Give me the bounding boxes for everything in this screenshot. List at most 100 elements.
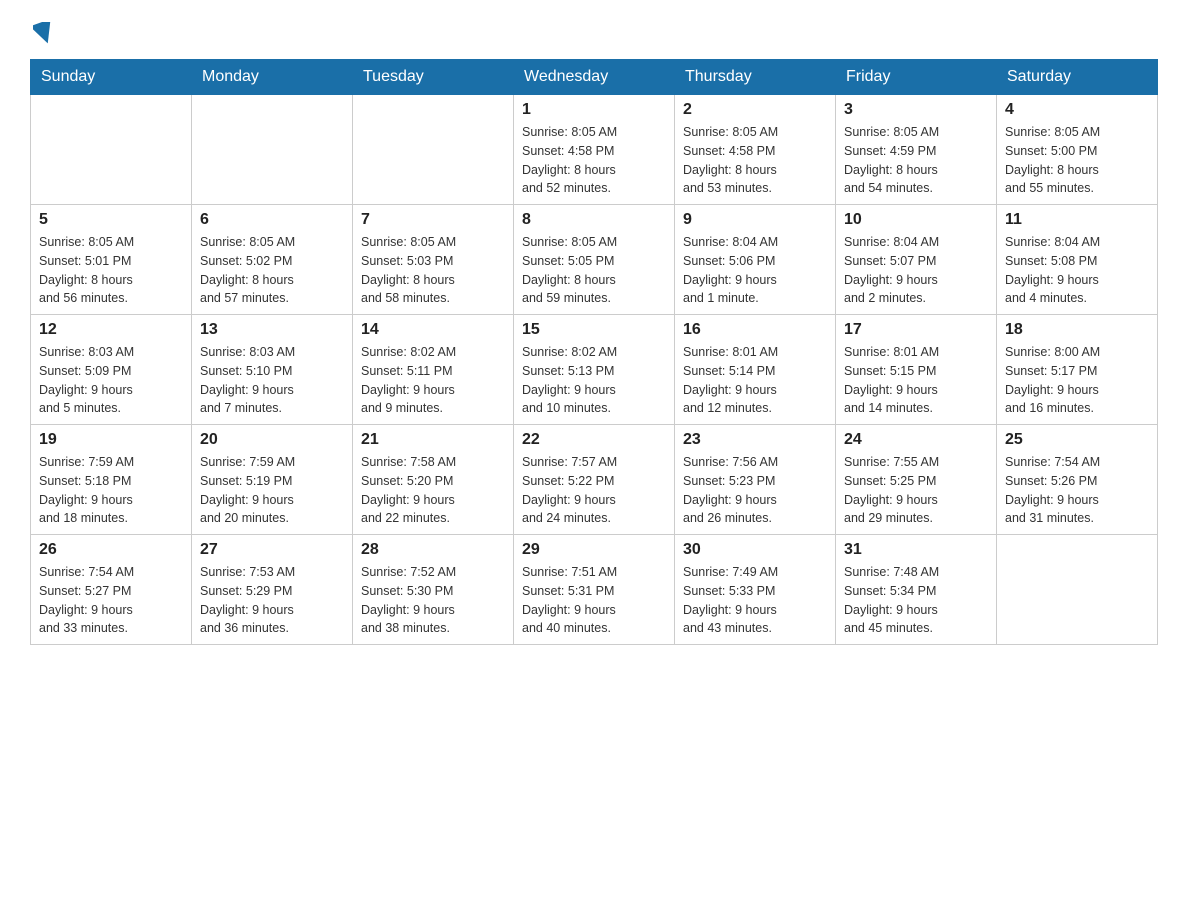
day-number: 13 (200, 321, 344, 339)
calendar-cell: 7 Sunrise: 8:05 AM Sunset: 5:03 PM Daylig… (353, 205, 514, 315)
day-number: 17 (844, 321, 988, 339)
day-number: 6 (200, 211, 344, 229)
logo-triangle-icon (33, 22, 55, 44)
calendar-cell: 20 Sunrise: 7:59 AM Sunset: 5:19 PM Dayli… (192, 425, 353, 535)
calendar-cell: 22Sunrise: 7:57 AM Sunset: 5:22 PM Dayli… (514, 425, 675, 535)
day-info: Sunrise: 8:05 AM Sunset: 4:59 PM Dayligh… (844, 123, 988, 198)
day-info: Sunrise: 7:49 AM Sunset: 5:33 PM Dayligh… (683, 563, 827, 638)
day-info: Sunrise: 7:55 AM Sunset: 5:25 PM Dayligh… (844, 453, 988, 528)
day-number: 20 (200, 431, 344, 449)
day-number: 4 (1005, 101, 1149, 119)
calendar-cell: 16Sunrise: 8:01 AM Sunset: 5:14 PM Dayli… (675, 315, 836, 425)
calendar-cell (997, 535, 1158, 645)
day-number: 19 (39, 431, 183, 449)
week-row-4: 19 Sunrise: 7:59 AM Sunset: 5:18 PM Dayli… (31, 425, 1158, 535)
calendar-cell: 9 Sunrise: 8:04 AM Sunset: 5:06 PM Daylig… (675, 205, 836, 315)
day-number: 28 (361, 541, 505, 559)
day-number: 5 (39, 211, 183, 229)
day-info: Sunrise: 8:03 AM Sunset: 5:10 PM Dayligh… (200, 343, 344, 418)
day-number: 12 (39, 321, 183, 339)
day-number: 16 (683, 321, 827, 339)
week-row-1: 1 Sunrise: 8:05 AM Sunset: 4:58 PM Daylig… (31, 95, 1158, 205)
day-number: 25 (1005, 431, 1149, 449)
day-number: 30 (683, 541, 827, 559)
day-number: 3 (844, 101, 988, 119)
day-number: 7 (361, 211, 505, 229)
day-info: Sunrise: 8:02 AM Sunset: 5:13 PM Dayligh… (522, 343, 666, 418)
day-info: Sunrise: 7:59 AM Sunset: 5:18 PM Dayligh… (39, 453, 183, 528)
day-info: Sunrise: 8:05 AM Sunset: 5:01 PM Dayligh… (39, 233, 183, 308)
calendar-cell: 18 Sunrise: 8:00 AM Sunset: 5:17 PM Dayli… (997, 315, 1158, 425)
day-number: 29 (522, 541, 666, 559)
day-number: 1 (522, 101, 666, 119)
day-info: Sunrise: 8:05 AM Sunset: 5:02 PM Dayligh… (200, 233, 344, 308)
calendar-cell: 23 Sunrise: 7:56 AM Sunset: 5:23 PM Dayli… (675, 425, 836, 535)
day-number: 9 (683, 211, 827, 229)
page-header (30, 20, 1158, 49)
weekday-header-wednesday: Wednesday (514, 60, 675, 95)
week-row-5: 26Sunrise: 7:54 AM Sunset: 5:27 PM Dayli… (31, 535, 1158, 645)
day-info: Sunrise: 7:53 AM Sunset: 5:29 PM Dayligh… (200, 563, 344, 638)
calendar-cell: 3 Sunrise: 8:05 AM Sunset: 4:59 PM Daylig… (836, 95, 997, 205)
day-number: 23 (683, 431, 827, 449)
day-info: Sunrise: 8:04 AM Sunset: 5:06 PM Dayligh… (683, 233, 827, 308)
day-info: Sunrise: 7:59 AM Sunset: 5:19 PM Dayligh… (200, 453, 344, 528)
day-info: Sunrise: 8:05 AM Sunset: 5:05 PM Dayligh… (522, 233, 666, 308)
day-info: Sunrise: 8:04 AM Sunset: 5:08 PM Dayligh… (1005, 233, 1149, 308)
weekday-header-friday: Friday (836, 60, 997, 95)
day-number: 10 (844, 211, 988, 229)
calendar-cell: 5 Sunrise: 8:05 AM Sunset: 5:01 PM Daylig… (31, 205, 192, 315)
day-info: Sunrise: 8:04 AM Sunset: 5:07 PM Dayligh… (844, 233, 988, 308)
calendar-cell: 19 Sunrise: 7:59 AM Sunset: 5:18 PM Dayli… (31, 425, 192, 535)
calendar-cell: 13 Sunrise: 8:03 AM Sunset: 5:10 PM Dayli… (192, 315, 353, 425)
calendar-cell: 26Sunrise: 7:54 AM Sunset: 5:27 PM Dayli… (31, 535, 192, 645)
calendar-cell: 12 Sunrise: 8:03 AM Sunset: 5:09 PM Dayli… (31, 315, 192, 425)
day-info: Sunrise: 7:51 AM Sunset: 5:31 PM Dayligh… (522, 563, 666, 638)
calendar-cell: 10 Sunrise: 8:04 AM Sunset: 5:07 PM Dayli… (836, 205, 997, 315)
calendar-cell: 17 Sunrise: 8:01 AM Sunset: 5:15 PM Dayli… (836, 315, 997, 425)
weekday-header-monday: Monday (192, 60, 353, 95)
day-number: 8 (522, 211, 666, 229)
weekday-header-thursday: Thursday (675, 60, 836, 95)
week-row-3: 12 Sunrise: 8:03 AM Sunset: 5:09 PM Dayli… (31, 315, 1158, 425)
weekday-header-tuesday: Tuesday (353, 60, 514, 95)
calendar-cell: 27 Sunrise: 7:53 AM Sunset: 5:29 PM Dayli… (192, 535, 353, 645)
weekday-header-row: SundayMondayTuesdayWednesdayThursdayFrid… (31, 60, 1158, 95)
calendar-cell: 2Sunrise: 8:05 AM Sunset: 4:58 PM Daylig… (675, 95, 836, 205)
calendar-cell: 30 Sunrise: 7:49 AM Sunset: 5:33 PM Dayli… (675, 535, 836, 645)
calendar-cell: 31 Sunrise: 7:48 AM Sunset: 5:34 PM Dayli… (836, 535, 997, 645)
day-number: 2 (683, 101, 827, 119)
day-info: Sunrise: 7:48 AM Sunset: 5:34 PM Dayligh… (844, 563, 988, 638)
calendar-cell: 8 Sunrise: 8:05 AM Sunset: 5:05 PM Daylig… (514, 205, 675, 315)
day-info: Sunrise: 7:52 AM Sunset: 5:30 PM Dayligh… (361, 563, 505, 638)
calendar-cell: 11Sunrise: 8:04 AM Sunset: 5:08 PM Dayli… (997, 205, 1158, 315)
day-info: Sunrise: 7:57 AM Sunset: 5:22 PM Dayligh… (522, 453, 666, 528)
day-number: 24 (844, 431, 988, 449)
weekday-header-sunday: Sunday (31, 60, 192, 95)
day-info: Sunrise: 7:58 AM Sunset: 5:20 PM Dayligh… (361, 453, 505, 528)
day-number: 21 (361, 431, 505, 449)
calendar-cell (31, 95, 192, 205)
day-info: Sunrise: 8:01 AM Sunset: 5:15 PM Dayligh… (844, 343, 988, 418)
calendar-cell: 4 Sunrise: 8:05 AM Sunset: 5:00 PM Daylig… (997, 95, 1158, 205)
day-info: Sunrise: 8:05 AM Sunset: 5:00 PM Dayligh… (1005, 123, 1149, 198)
calendar-cell: 6 Sunrise: 8:05 AM Sunset: 5:02 PM Daylig… (192, 205, 353, 315)
weekday-header-saturday: Saturday (997, 60, 1158, 95)
calendar-cell: 21 Sunrise: 7:58 AM Sunset: 5:20 PM Dayli… (353, 425, 514, 535)
calendar-cell (192, 95, 353, 205)
calendar-table: SundayMondayTuesdayWednesdayThursdayFrid… (30, 59, 1158, 645)
calendar-cell: 25Sunrise: 7:54 AM Sunset: 5:26 PM Dayli… (997, 425, 1158, 535)
day-number: 31 (844, 541, 988, 559)
day-info: Sunrise: 8:02 AM Sunset: 5:11 PM Dayligh… (361, 343, 505, 418)
day-number: 27 (200, 541, 344, 559)
calendar-cell: 14Sunrise: 8:02 AM Sunset: 5:11 PM Dayli… (353, 315, 514, 425)
week-row-2: 5 Sunrise: 8:05 AM Sunset: 5:01 PM Daylig… (31, 205, 1158, 315)
day-info: Sunrise: 8:00 AM Sunset: 5:17 PM Dayligh… (1005, 343, 1149, 418)
day-info: Sunrise: 8:05 AM Sunset: 5:03 PM Dayligh… (361, 233, 505, 308)
day-info: Sunrise: 8:03 AM Sunset: 5:09 PM Dayligh… (39, 343, 183, 418)
day-info: Sunrise: 7:56 AM Sunset: 5:23 PM Dayligh… (683, 453, 827, 528)
calendar-cell: 24 Sunrise: 7:55 AM Sunset: 5:25 PM Dayli… (836, 425, 997, 535)
calendar-cell: 28 Sunrise: 7:52 AM Sunset: 5:30 PM Dayli… (353, 535, 514, 645)
day-info: Sunrise: 8:05 AM Sunset: 4:58 PM Dayligh… (522, 123, 666, 198)
day-number: 18 (1005, 321, 1149, 339)
